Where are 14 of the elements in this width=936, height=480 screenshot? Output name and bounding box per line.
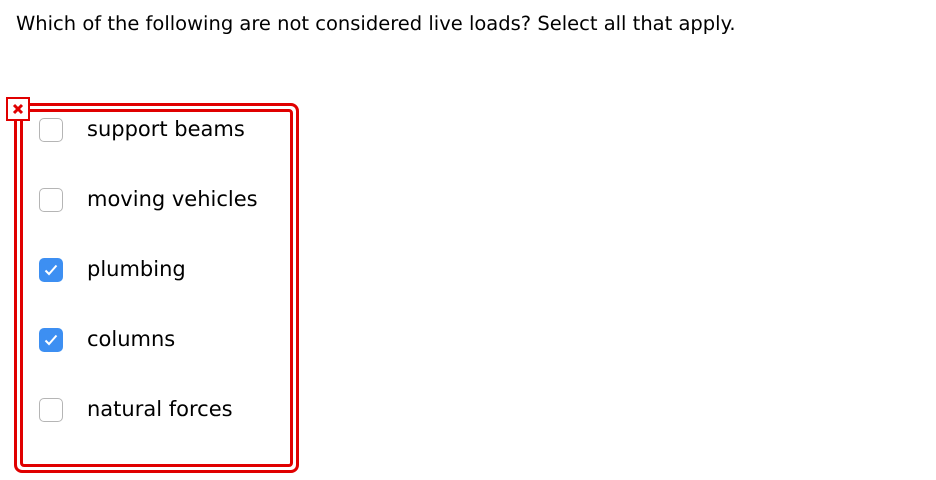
checkmark-icon: [44, 264, 58, 276]
checkbox[interactable]: [39, 398, 63, 422]
checkmark-icon: [44, 334, 58, 346]
question-text: Which of the following are not considered live loads? Select all that apply.: [16, 11, 736, 37]
checkbox[interactable]: [39, 258, 63, 282]
option-label: natural forces: [87, 396, 233, 424]
checkbox[interactable]: [39, 188, 63, 212]
option-label: columns: [87, 326, 176, 354]
option-label: moving vehicles: [87, 186, 258, 214]
checkbox[interactable]: [39, 328, 63, 352]
option-label: support beams: [87, 116, 245, 144]
option-label: plumbing: [87, 256, 186, 284]
checkbox[interactable]: [39, 118, 63, 142]
cross-icon: [12, 103, 24, 115]
